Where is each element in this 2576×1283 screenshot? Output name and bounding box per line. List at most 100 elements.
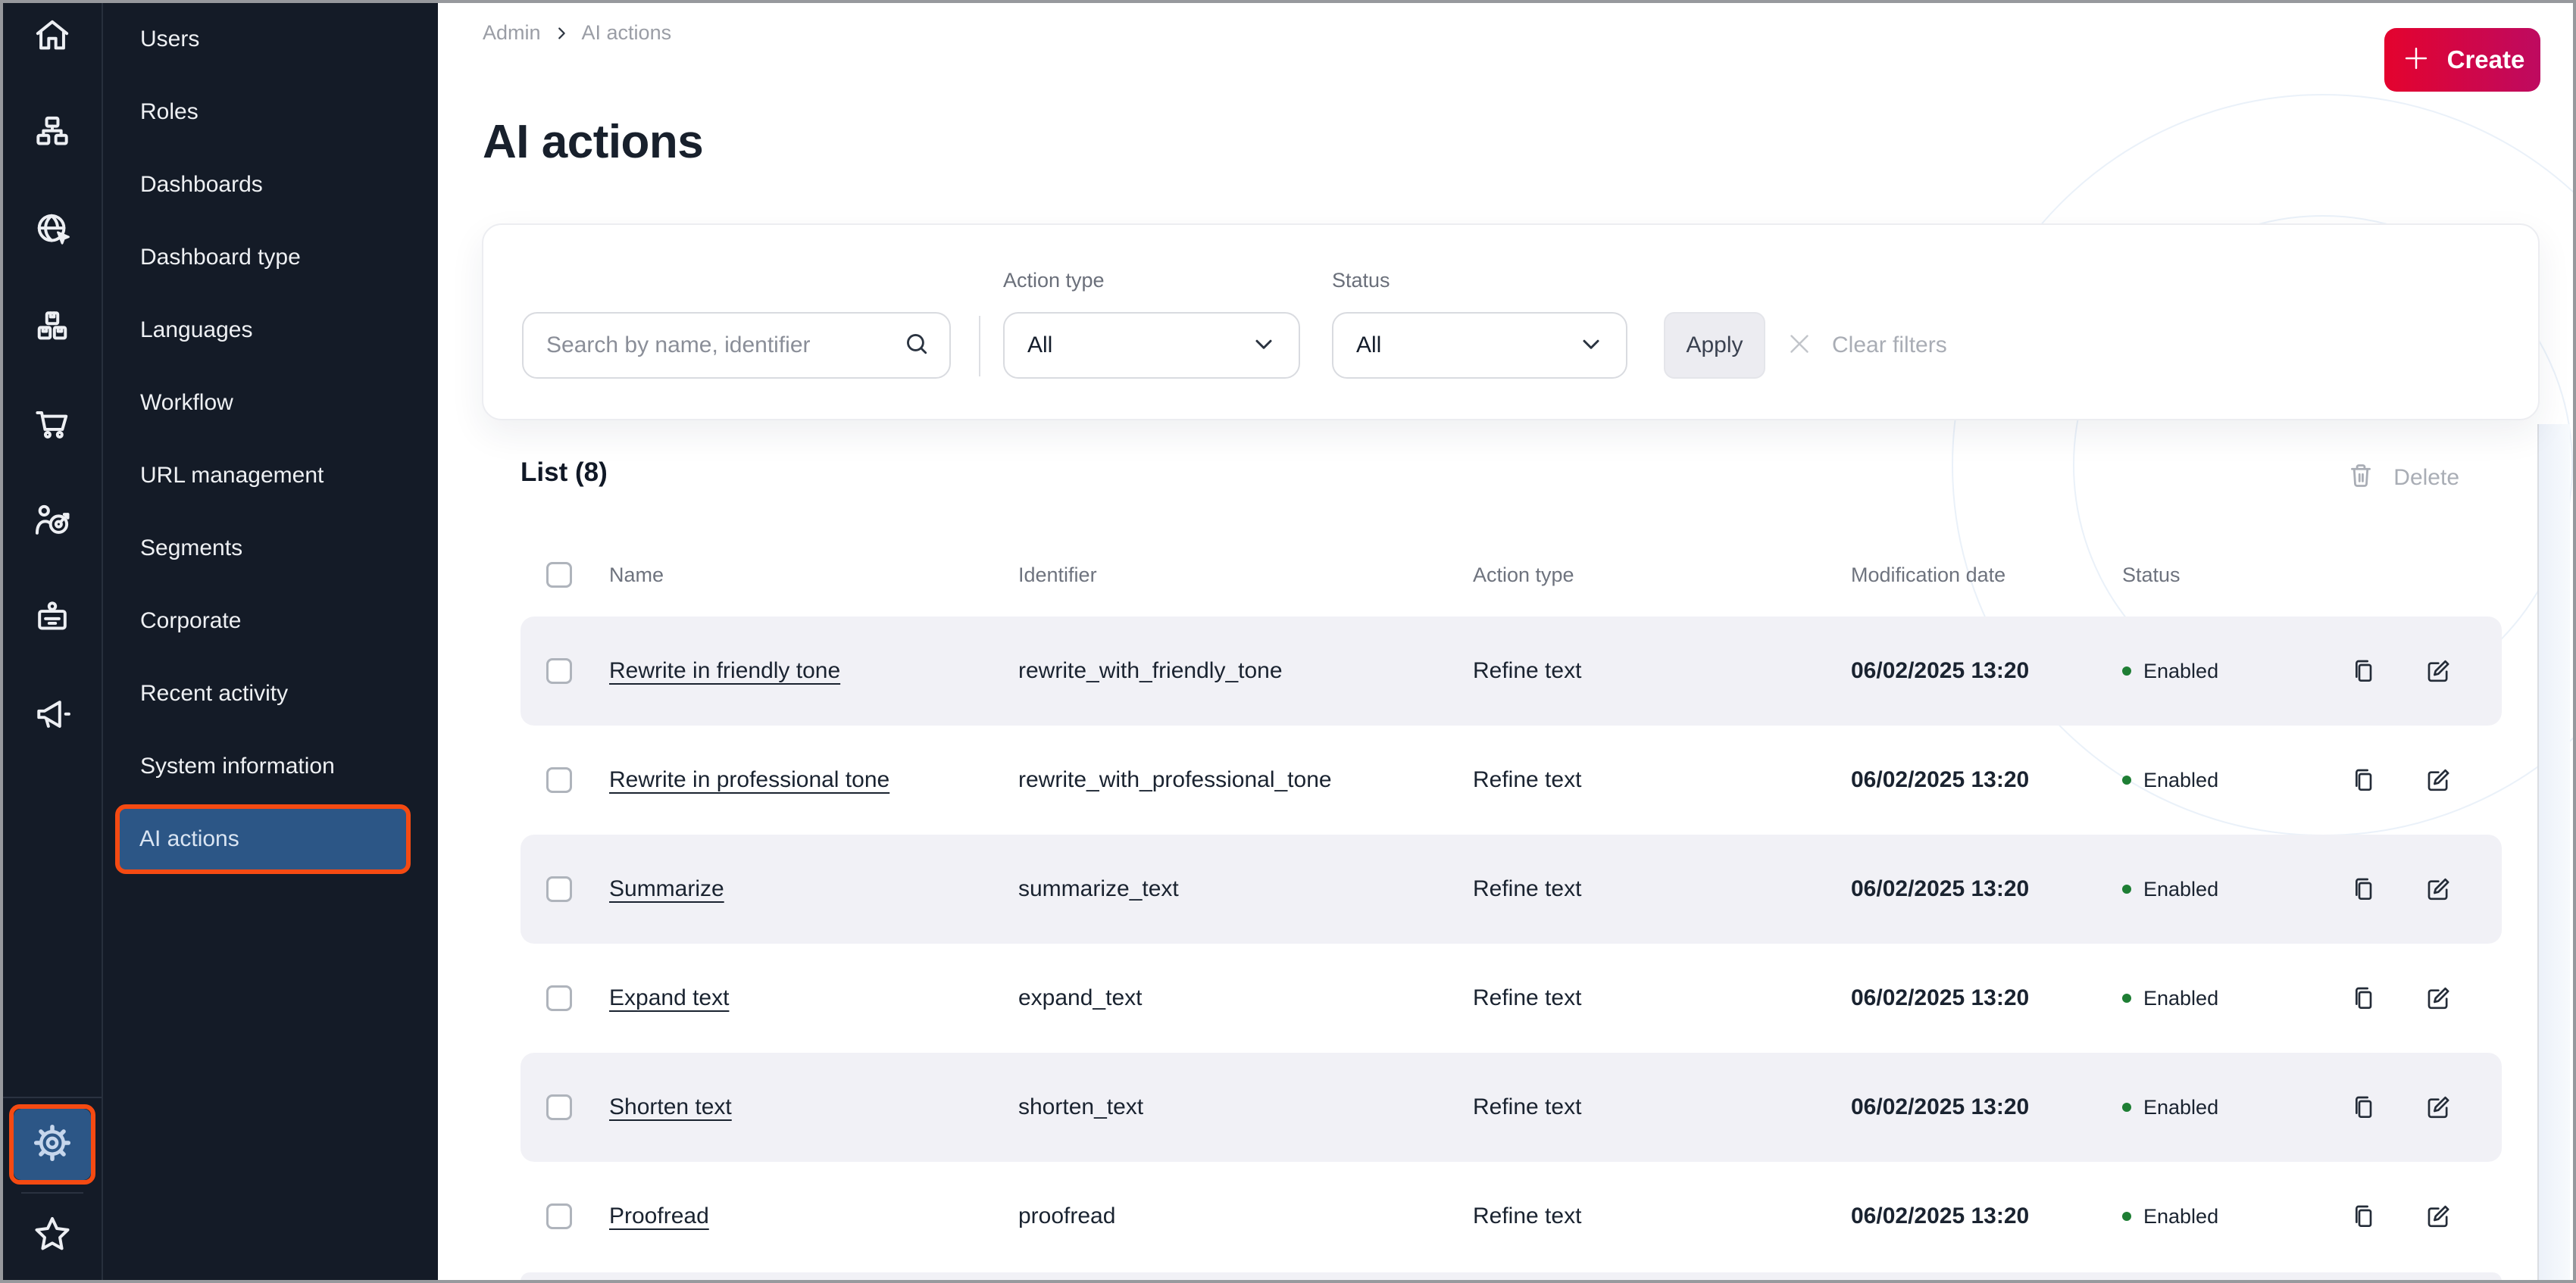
row-name-link[interactable]: Shorten text [609,1094,732,1119]
row-checkbox-cell [521,876,609,902]
clear-filters-label: Clear filters [1832,332,1947,357]
rail-divider [3,1097,102,1098]
filter-divider [979,316,980,376]
duplicate-icon[interactable] [2349,765,2379,795]
row-checkbox[interactable] [546,985,572,1011]
row-name-link[interactable]: Summarize [609,876,724,901]
nav-home-button[interactable] [30,15,74,59]
sidebar-item-segments[interactable]: Segments [103,512,438,585]
edit-icon[interactable] [2423,765,2453,795]
row-status: Enabled [2106,1205,2329,1228]
sidebar-item-ai-actions[interactable]: AI actions [115,804,411,874]
sidebar-item-roles[interactable]: Roles [103,76,438,148]
apply-button[interactable]: Apply [1664,312,1765,379]
row-identifier: expand_text [1018,985,1143,1010]
sidebar-item-recent-activity[interactable]: Recent activity [103,657,438,730]
sidebar-item-label: Users [140,27,200,52]
duplicate-icon[interactable] [2349,1201,2379,1231]
sidebar-item-languages[interactable]: Languages [103,294,438,367]
column-header-name: Name [609,563,664,586]
column-header-status: Status [2122,563,2181,586]
sidebar-item-label: Languages [140,317,253,342]
breadcrumb-admin[interactable]: Admin [483,21,541,45]
action-type-select[interactable]: All [1003,312,1300,379]
sidebar-item-dashboards[interactable]: Dashboards [103,148,438,221]
scrollbar[interactable] [2537,424,2570,1280]
sidebar-item-dashboard-type[interactable]: Dashboard type [103,221,438,294]
row-modification-date: 06/02/2025 13:20 [1851,1203,2030,1228]
row-name-link[interactable]: Rewrite in friendly tone [609,658,840,683]
row-actions [2329,1092,2502,1122]
nav-web-button[interactable] [30,209,74,253]
row-identifier: shorten_text [1018,1094,1144,1119]
star-icon [31,1213,73,1259]
duplicate-icon[interactable] [2349,656,2379,686]
row-checkbox[interactable] [546,767,572,793]
row-checkbox[interactable] [546,876,572,902]
nav-corporate-button[interactable] [30,597,74,641]
duplicate-icon[interactable] [2349,874,2379,904]
row-checkbox[interactable] [546,1094,572,1120]
sidebar-item-label: URL management [140,463,324,488]
nav-favorites-button[interactable] [30,1213,74,1257]
badge-icon [31,596,73,642]
sidebar-item-users[interactable]: Users [103,3,438,76]
status-value: All [1356,332,1382,357]
megaphone-icon [31,693,73,739]
delete-button[interactable]: Delete [2345,460,2459,495]
create-button[interactable]: Create [2384,28,2540,92]
select-all-checkbox[interactable] [546,562,572,588]
sidebar-item-label: Workflow [140,390,233,415]
edit-icon[interactable] [2423,656,2453,686]
sidebar-item-system-information[interactable]: System information [103,730,438,803]
edit-icon[interactable] [2423,1201,2453,1231]
duplicate-icon[interactable] [2349,1092,2379,1122]
nav-commerce-button[interactable] [30,403,74,447]
create-button-label: Create [2446,45,2525,73]
row-action-type: Refine text [1473,876,1582,901]
row-action-type: Refine text [1473,767,1582,792]
row-identifier: rewrite_with_professional_tone [1018,767,1332,792]
status-dot [2122,666,2131,676]
sidebar-item-label: Dashboard type [140,245,301,270]
trash-icon [2345,460,2377,495]
row-modification-date: 06/02/2025 13:20 [1851,876,2030,901]
row-name-link[interactable]: Expand text [609,985,729,1010]
row-checkbox[interactable] [546,1203,572,1229]
row-checkbox[interactable] [546,658,572,684]
row-actions [2329,874,2502,904]
row-identifier: rewrite_with_friendly_tone [1018,658,1283,683]
nav-settings-button[interactable] [14,1109,91,1180]
status-dot [2122,885,2131,894]
nav-products-button[interactable] [30,306,74,350]
row-checkbox-cell [521,1094,609,1120]
sidebar-item-corporate[interactable]: Corporate [103,585,438,657]
row-checkbox-cell [521,1203,609,1229]
edit-icon[interactable] [2423,983,2453,1013]
nav-announcements-button[interactable] [30,694,74,738]
row-action-type: Refine text [1473,658,1582,683]
row-status: Enabled [2106,987,2329,1010]
row-status: Enabled [2106,660,2329,683]
status-select[interactable]: All [1332,312,1627,379]
nav-segments-button[interactable] [30,500,74,544]
chevron-down-icon [1250,330,1277,361]
search-input[interactable] [524,332,902,358]
row-modification-date: 06/02/2025 13:20 [1851,985,2030,1010]
gear-icon [30,1121,74,1169]
settings-highlight-frame [9,1104,95,1185]
clear-filters-button[interactable]: Clear filters [1784,312,1947,379]
row-name-link[interactable]: Proofread [609,1203,709,1228]
nav-structure-button[interactable] [30,112,74,156]
edit-icon[interactable] [2423,1092,2453,1122]
status-dot [2122,1103,2131,1112]
sidebar-item-url-management[interactable]: URL management [103,439,438,512]
edit-icon[interactable] [2423,874,2453,904]
sidebar-item-workflow[interactable]: Workflow [103,367,438,439]
row-name-link[interactable]: Rewrite in professional tone [609,767,889,792]
duplicate-icon[interactable] [2349,983,2379,1013]
sitemap-icon [31,111,73,158]
row-actions [2329,765,2502,795]
search-icon[interactable] [902,329,949,362]
row-status: Enabled [2106,769,2329,792]
